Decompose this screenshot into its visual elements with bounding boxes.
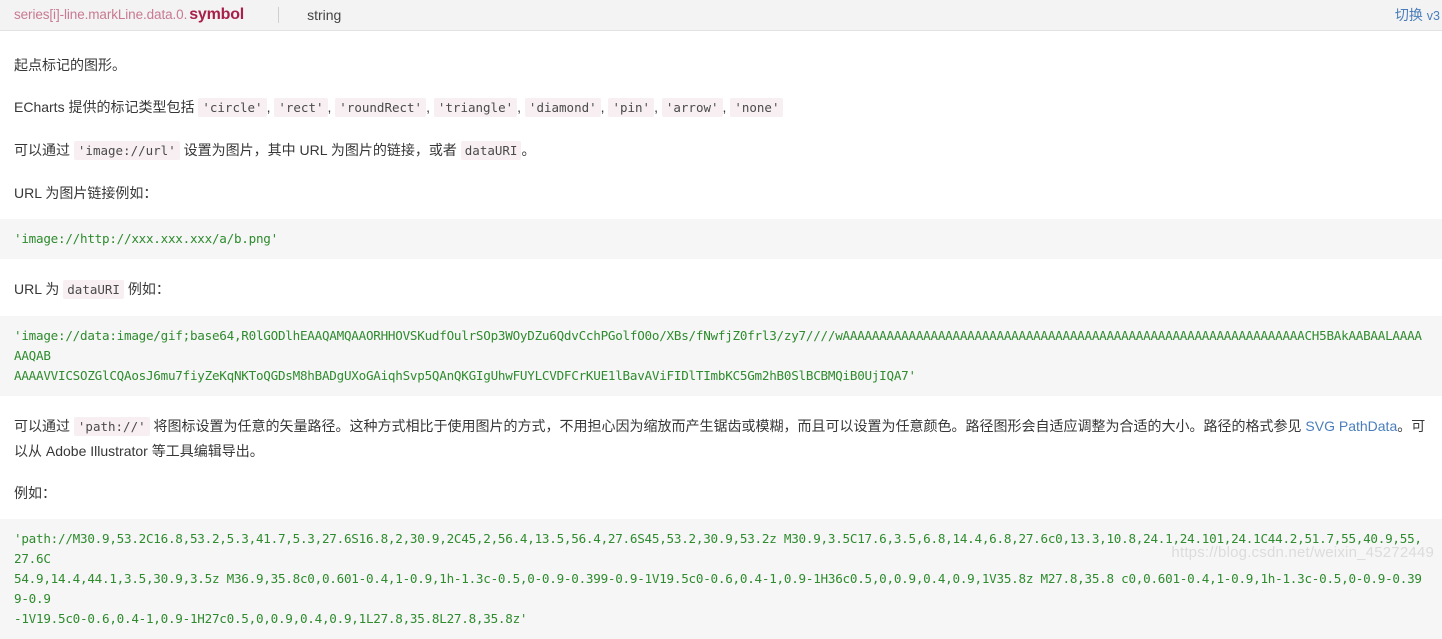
breadcrumb: series[i]-line.markLine.data.0. symbol (14, 6, 244, 24)
marker-type-circle: 'circle' (198, 98, 267, 117)
example-heading: 例如： (14, 485, 56, 501)
datauri-code-inline: dataURI (460, 141, 522, 160)
path-text-2: 将图标设置为任意的矢量路径。这种方式相比于使用图片的方式，不用担心因为缩放而产生… (153, 418, 1302, 434)
breadcrumb-path: series[i]-line.markLine.data.0. (14, 7, 188, 22)
marker-type-pin: 'pin' (608, 98, 655, 117)
marker-type-rect: 'rect' (274, 98, 328, 117)
datauri-heading-text-1: URL 为 (14, 281, 60, 297)
image-url-text-1: 可以通过 (14, 142, 70, 158)
image-url-text-2: 设置为图片，其中 URL 为图片的链接，或者 (183, 142, 457, 158)
option-type-label: string (307, 7, 342, 23)
marker-type-triangle: 'triangle' (433, 98, 518, 117)
version-switch-value: v3 (1426, 9, 1440, 23)
image-url-paragraph: 可以通过 'image://url' 设置为图片，其中 URL 为图片的链接，或… (14, 138, 1428, 163)
image-url-code: 'image://url' (73, 141, 180, 160)
path-protocol-code: 'path://' (73, 417, 150, 436)
marker-type-arrow: 'arrow' (661, 98, 723, 117)
page-header: series[i]-line.markLine.data.0. symbol st… (0, 0, 1442, 31)
marker-type-roundrect: 'roundRect' (335, 98, 427, 117)
svg-pathdata-link[interactable]: SVG PathData (1305, 418, 1397, 434)
path-code-block: 'path://M30.9,53.2C16.8,53.2,5.3,41.7,5.… (0, 519, 1442, 639)
marker-type-none: 'none' (730, 98, 784, 117)
marker-types-prefix: ECharts 提供的标记类型包括 (14, 99, 195, 115)
marker-types-paragraph: ECharts 提供的标记类型包括 'circle', 'rect', 'rou… (14, 95, 1428, 120)
version-switch-label: 切换 (1394, 7, 1423, 23)
version-switch-link[interactable]: 切换 v3 (1395, 5, 1440, 25)
header-divider (278, 7, 280, 23)
url-example-heading: URL 为图片链接例如： (14, 185, 158, 201)
marker-type-diamond: 'diamond' (524, 98, 601, 117)
path-text-1: 可以通过 (14, 418, 70, 434)
datauri-code-block: 'image://data:image/gif;base64,R0lGODlhE… (0, 316, 1442, 396)
datauri-heading: URL 为 dataURI 例如： (14, 277, 1428, 302)
datauri-heading-code: dataURI (63, 280, 124, 299)
path-paragraph: 可以通过 'path://' 将图标设置为任意的矢量路径。这种方式相比于使用图片… (14, 414, 1428, 463)
datauri-heading-text-2: 例如： (127, 281, 170, 297)
watermark: https://blog.csdn.net/weixin_45272449 (1171, 544, 1434, 561)
intro-paragraph: 起点标记的图形。 (14, 57, 126, 73)
breadcrumb-leaf: symbol (189, 6, 245, 23)
image-url-text-3: 。 (521, 142, 536, 158)
url-example-code-block: 'image://http://xxx.xxx.xxx/a/b.png' (0, 219, 1442, 259)
